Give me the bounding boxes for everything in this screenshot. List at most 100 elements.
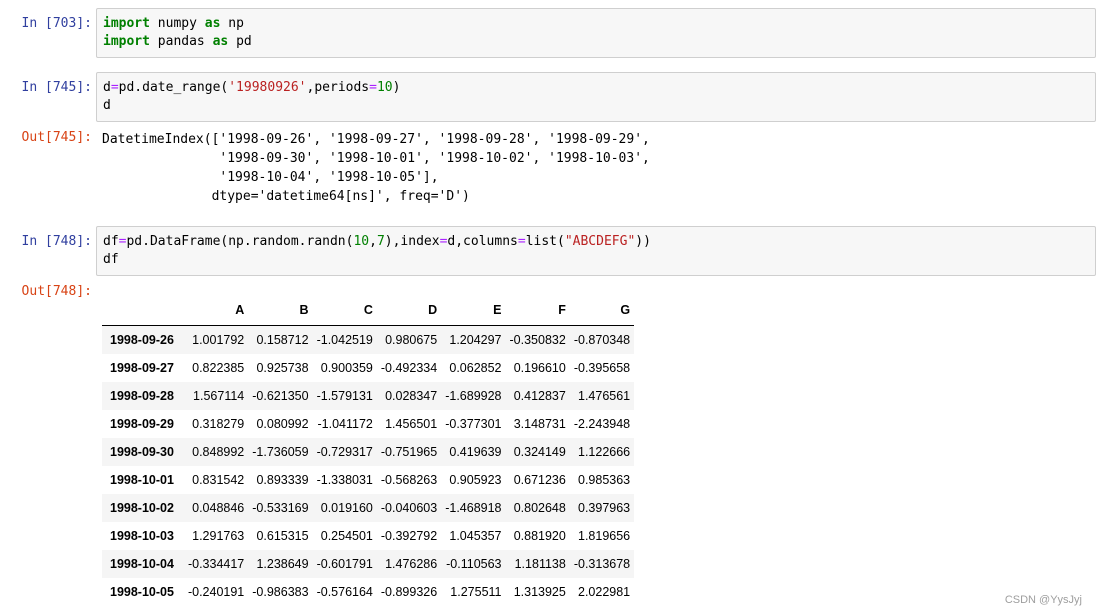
code-line: import pandas as pd [103,33,1089,51]
row-index-label: 1998-09-29 [110,417,174,431]
code-token: d [103,98,111,113]
code-line: df [103,251,1089,269]
table-row: 1998-10-01 0.831542 0.893339 -1.338031 -0.56… [102,466,634,494]
table-cell: 0.412837 [513,389,566,403]
table-cell: 1.456501 [385,417,438,431]
table-cell: 1.122666 [578,445,631,459]
table-cell: -0.040603 [380,501,438,515]
table-row: 1998-10-02 0.048846 -0.533169 0.019160 -0.04… [102,494,635,522]
row-index-label: 1998-09-26 [110,333,174,347]
row-index-label: 1998-10-01 [110,473,174,487]
table-row: 1998-09-28 1.567114 -0.621350 -1.579131 0.02… [102,382,635,410]
table-cell: -0.621350 [252,389,309,403]
table-cell: -0.313678 [573,557,631,571]
row-index-label: 1998-10-02 [110,501,174,515]
table-cell: 0.802648 [513,501,566,515]
table-cell: -0.568263 [380,473,438,487]
code-token: df [103,252,119,267]
table-cell: -0.533169 [252,501,309,515]
table-cell: 0.925738 [256,361,309,375]
table-cell: -0.986383 [252,585,309,599]
input-prompt: In [745]: [21,80,92,95]
table-cell: 0.158712 [256,333,309,347]
code-token: numpy [149,16,205,31]
code-editor[interactable]: d=pd.date_range('19980926',periods=10) d [96,72,1096,122]
table-cell: 0.062852 [449,361,502,375]
table-cell: 0.980675 [385,333,438,347]
output-prompt: Out[748]: [21,284,92,299]
table-cell: 0.324149 [513,445,566,459]
code-cell-745[interactable]: In [745]: d=pd.date_range('19980926',per… [0,72,1096,224]
code-cell-703[interactable]: In [703]: import numpy as np import panda… [0,8,1096,58]
code-token: pd [228,34,252,49]
code-cell-748[interactable]: In [748]: df = pd.DataFrame(np.random.rand… [0,226,1096,276]
column-header: A [183,295,249,326]
table-row: 1998-10-04 -0.334417 1.238649 -0.601791 1.47… [102,550,635,578]
table-cell: -1.579131 [316,389,373,403]
table-cell: 1.045357 [449,529,502,543]
table-cell: -0.240191 [187,585,245,599]
table-row: 1998-09-26 1.001792 0.158712 -1.042519 0.980… [102,325,635,354]
dataframe-table: ABCDEFG 1998-09-26 1.001792 0.158712 -1.042… [102,295,635,606]
watermark: CSDN @YysJyj [1004,594,1082,606]
table-cell: -1.689928 [445,389,502,403]
table-cell: 0.196610 [513,361,566,375]
code-token: df [103,234,119,249]
table-cell: 1.819656 [578,529,631,543]
table-row: 1998-09-30 0.848992 -1.736059 -0.729317 -0.7… [102,438,635,466]
code-line: d=pd.date_range('19980926',periods=10) [103,79,1089,97]
table-cell: 1.238649 [256,557,309,571]
table-cell: -1.338031 [316,473,373,487]
code-token: 10 [353,234,370,249]
table-cell: 1.001792 [192,333,245,347]
table-cell: -1.041172 [317,417,373,431]
code-token: , [369,234,377,249]
code-token: = [110,80,119,95]
table-cell: 0.905923 [449,473,502,487]
table-cell: 1.275511 [450,585,502,599]
code-token: = [369,80,377,95]
table-cell: -0.576164 [316,585,373,599]
code-line: df = pd.DataFrame(np.random.randn(10,7),in… [103,233,1089,251]
table-row: 1998-09-27 0.822385 0.925738 0.900359 -0.492… [102,354,634,382]
code-token: as [212,34,229,49]
table-cell: 0.048846 [192,501,245,515]
table-cell: -1.042519 [316,333,373,347]
table-row: 1998-10-03 1.291763 0.615315 0.254501 -0.392… [102,522,634,550]
column-header: E [441,295,506,326]
table-cell: 1.291763 [192,529,245,543]
code-token: ),index [384,234,440,249]
table-cell: -0.334417 [187,557,245,571]
table-cell: 0.019160 [320,501,373,515]
output-prompt: Out[745]: [21,130,92,145]
code-token: ,periods [306,80,370,95]
table-cell: -0.350832 [509,333,566,347]
row-index-label: 1998-09-27 [110,361,174,375]
code-token: d,columns [447,234,518,249]
code-token: d [103,80,111,95]
code-token: pandas [149,34,213,49]
table-cell: 0.900359 [320,361,373,375]
code-editor[interactable]: df = pd.DataFrame(np.random.randn(10,7),in… [96,226,1096,276]
table-cell: 0.831542 [192,473,245,487]
table-row: 1998-10-05 -0.240191 -0.986383 -0.576164 -0.… [102,578,634,606]
table-cell: 0.028347 [385,389,438,403]
code-token: 10 [376,80,393,95]
table-cell: 1.476286 [385,557,438,571]
table-cell: 0.893339 [256,473,309,487]
table-cell: 0.397963 [578,501,631,515]
row-index-label: 1998-09-28 [110,389,174,403]
row-index-label: 1998-10-03 [110,529,174,543]
code-token: pd.date_range( [118,80,229,95]
table-cell: 0.615315 [256,529,309,543]
table-cell: 0.254501 [320,529,373,543]
table-cell: 0.671236 [513,473,566,487]
table-cell: -0.870348 [573,333,631,347]
code-editor[interactable]: import numpy as np import pandas as pd [96,8,1096,58]
code-token: )) [635,234,651,249]
table-cell: -0.377301 [445,417,502,431]
code-token: '19980926' [228,80,307,95]
table-cell: -0.110563 [446,557,502,571]
row-index-label: 1998-10-04 [110,557,174,571]
column-header: G [569,295,635,326]
